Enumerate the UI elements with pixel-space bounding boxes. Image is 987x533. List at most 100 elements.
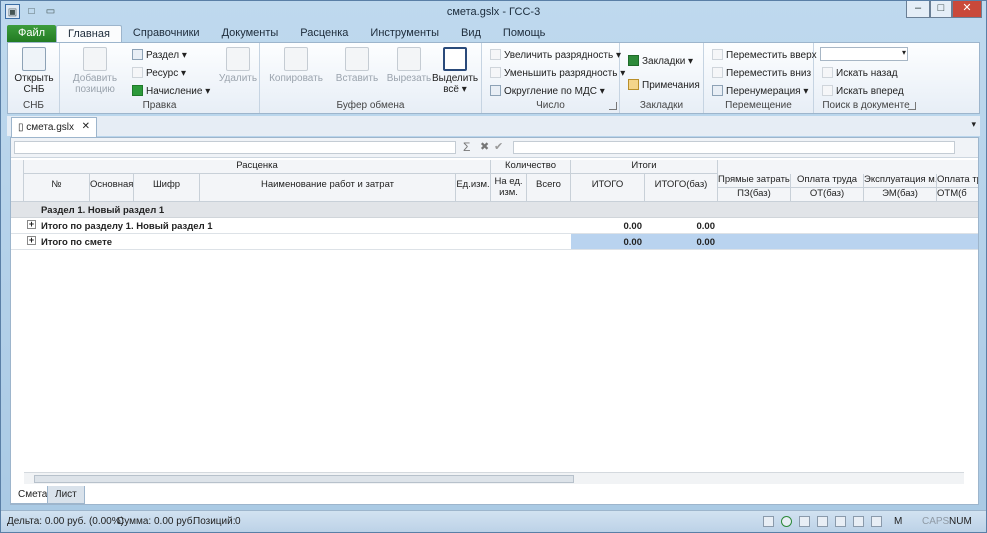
section-row[interactable]: Раздел 1. Новый раздел 1 bbox=[11, 202, 978, 218]
header-machines-baz[interactable]: ЭМ(баз) bbox=[864, 188, 937, 202]
header-machine-labor[interactable]: Оплата тр bbox=[937, 174, 978, 188]
open-snb-button[interactable]: Открыть СНБ bbox=[12, 47, 56, 95]
close-button[interactable]: ✕ bbox=[952, 1, 982, 18]
cancel-icon[interactable]: ✖ bbox=[480, 140, 489, 153]
move-up-button[interactable]: Переместить вверх bbox=[712, 49, 817, 61]
book-icon bbox=[22, 47, 46, 71]
rounding-button[interactable]: Округление по МДС ▾ bbox=[490, 85, 605, 97]
add-position-button[interactable]: Добавить позицию bbox=[66, 47, 124, 95]
section-total-itogo[interactable]: 0.00 bbox=[571, 221, 645, 232]
formula-input[interactable] bbox=[513, 141, 955, 154]
search-input[interactable]: ▾ bbox=[820, 47, 908, 61]
horizontal-scrollbar[interactable] bbox=[24, 472, 964, 484]
group-snb: Открыть СНБ СНБ bbox=[8, 43, 60, 113]
plus-icon bbox=[132, 85, 143, 96]
paste-button[interactable]: Вставить bbox=[332, 47, 382, 84]
dialog-launcher-icon[interactable] bbox=[908, 102, 916, 110]
header-direct-costs-baz[interactable]: ПЗ(баз) bbox=[718, 188, 791, 202]
sum-icon[interactable]: Σ bbox=[463, 140, 470, 154]
header-main[interactable]: Основная bbox=[90, 174, 134, 202]
sheet-tab-list[interactable]: Лист bbox=[47, 486, 85, 504]
move-down-button[interactable]: Переместить вниз bbox=[712, 67, 811, 79]
header-name[interactable]: Наименование работ и затрат bbox=[200, 174, 456, 202]
renumber-button[interactable]: Перенумерация ▾ bbox=[712, 85, 808, 97]
section-icon bbox=[132, 49, 143, 60]
clock-icon[interactable] bbox=[835, 516, 846, 527]
estimate-total-row[interactable]: + Итого по смете 0.00 0.00 bbox=[11, 234, 978, 250]
add-document-icon bbox=[83, 47, 107, 71]
section-total-itogo-baz[interactable]: 0.00 bbox=[645, 221, 718, 232]
bookmarks-button[interactable]: Закладки ▾ bbox=[628, 55, 693, 67]
decrease-digits-button[interactable]: Уменьшить разрядность ▾ bbox=[490, 67, 625, 79]
tab-tools[interactable]: Инструменты bbox=[359, 25, 450, 43]
refresh-icon[interactable] bbox=[781, 516, 792, 527]
search-forward-button[interactable]: Искать вперед bbox=[822, 85, 904, 97]
close-tab-icon[interactable]: ✕ bbox=[82, 121, 90, 132]
tab-documents[interactable]: Документы bbox=[211, 25, 290, 43]
accrual-button[interactable]: Начисление ▾ bbox=[132, 85, 210, 97]
tab-references[interactable]: Справочники bbox=[122, 25, 211, 43]
cell-name-box[interactable] bbox=[14, 141, 456, 154]
header-itogo[interactable]: ИТОГО bbox=[571, 174, 645, 202]
note-status-icon[interactable] bbox=[871, 516, 882, 527]
lock-icon[interactable] bbox=[817, 516, 828, 527]
section-total-row[interactable]: + Итого по разделу 1. Новый раздел 1 0.0… bbox=[11, 218, 978, 234]
positions-count: 0 bbox=[235, 516, 241, 527]
header-code[interactable]: Шифр bbox=[134, 174, 200, 202]
notes-button[interactable]: Примечания bbox=[628, 79, 700, 91]
mode-indicator[interactable]: M bbox=[894, 516, 902, 527]
num-indicator: NUM bbox=[949, 516, 972, 527]
calc-icon[interactable] bbox=[799, 516, 810, 527]
tab-view[interactable]: Вид bbox=[450, 25, 492, 43]
tab-file[interactable]: Файл bbox=[7, 25, 57, 43]
group-clipboard: Копировать Вставить Вырезать Выделить вс… bbox=[260, 43, 482, 113]
maximize-button[interactable]: □ bbox=[930, 1, 952, 18]
resource-button[interactable]: Ресурс ▾ bbox=[132, 67, 186, 79]
group-search: ▾ Искать назад Искать вперед Поиск в док… bbox=[814, 43, 918, 113]
cut-button[interactable]: Вырезать bbox=[384, 47, 434, 84]
arrow-down-icon bbox=[712, 67, 723, 78]
window-title: смета.gslx - ГСС-3 bbox=[446, 6, 541, 18]
page-icon[interactable] bbox=[763, 516, 774, 527]
increase-digits-button[interactable]: Увеличить разрядность ▾ bbox=[490, 49, 621, 61]
dialog-launcher-icon[interactable] bbox=[609, 102, 617, 110]
copy-button[interactable]: Копировать bbox=[266, 47, 326, 84]
estimate-sheet: Σ ✖ ✔ Расценка Количество Итоги № Основн… bbox=[10, 137, 979, 505]
header-machines[interactable]: Эксплуатация м... bbox=[864, 174, 937, 188]
group-bookmarks: Закладки ▾ Примечания Закладки bbox=[620, 43, 704, 113]
scroll-thumb[interactable] bbox=[34, 475, 574, 483]
header-total-qty[interactable]: Всего bbox=[527, 174, 571, 202]
expand-icon[interactable]: + bbox=[27, 220, 36, 229]
header-labor-baz[interactable]: ОТ(баз) bbox=[791, 188, 864, 202]
header-itogo-baz[interactable]: ИТОГО(баз) bbox=[645, 174, 718, 202]
tab-help[interactable]: Помощь bbox=[492, 25, 557, 43]
ribbon: Открыть СНБ СНБ Добавить позицию Раздел … bbox=[7, 42, 980, 114]
select-all-button[interactable]: Выделить всё ▾ bbox=[432, 47, 478, 95]
estimate-total-itogo-baz[interactable]: 0.00 bbox=[645, 237, 718, 248]
header-per-unit[interactable]: На ед. изм. bbox=[491, 174, 527, 202]
header-machine-labor-baz[interactable]: ОТМ(б bbox=[937, 188, 978, 202]
confirm-icon[interactable]: ✔ bbox=[494, 140, 503, 153]
rounding-icon bbox=[490, 85, 501, 96]
search-back-button[interactable]: Искать назад bbox=[822, 67, 898, 79]
header-unit[interactable]: Ед.изм. bbox=[456, 174, 491, 202]
header-direct-costs[interactable]: Прямые затраты bbox=[718, 174, 791, 188]
settings-icon[interactable] bbox=[853, 516, 864, 527]
minimize-button[interactable]: – bbox=[906, 1, 930, 18]
note-icon bbox=[628, 79, 639, 90]
expand-icon[interactable]: + bbox=[27, 236, 36, 245]
section-button[interactable]: Раздел ▾ bbox=[132, 49, 187, 61]
row-selector-header bbox=[11, 160, 24, 202]
header-number[interactable]: № bbox=[24, 174, 90, 202]
tab-rate[interactable]: Расценка bbox=[289, 25, 359, 43]
dropdown-arrow-icon[interactable]: ▾ bbox=[902, 48, 906, 57]
document-tab[interactable]: ▯ смета.gslx ✕ bbox=[11, 117, 97, 137]
document-tabs: ▯ смета.gslx ✕ ▾ bbox=[7, 116, 980, 137]
header-labor[interactable]: Оплата труда bbox=[791, 174, 864, 188]
app-window: ▣ □ ▭ смета.gslx - ГСС-3 – □ ✕ Файл Глав… bbox=[0, 0, 987, 533]
tabs-menu-icon[interactable]: ▾ bbox=[971, 119, 976, 130]
bookmark-icon bbox=[628, 55, 639, 66]
estimate-total-itogo[interactable]: 0.00 bbox=[571, 237, 645, 248]
delete-button[interactable]: Удалить bbox=[218, 47, 258, 84]
tab-home[interactable]: Главная bbox=[56, 25, 122, 43]
